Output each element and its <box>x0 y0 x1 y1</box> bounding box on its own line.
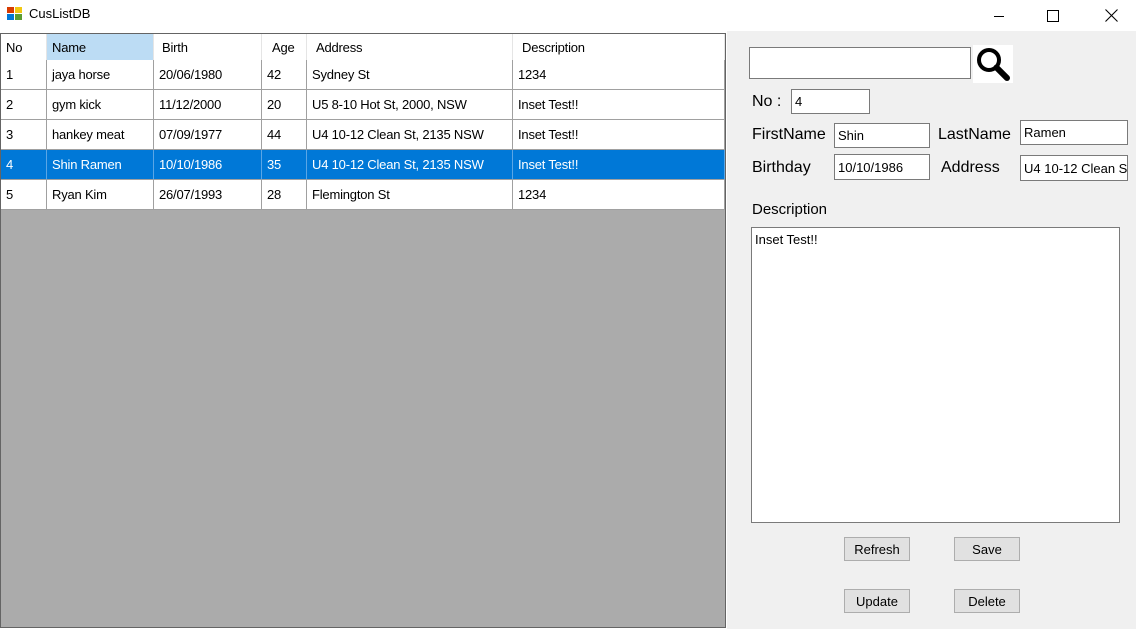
address-label: Address <box>941 159 1000 176</box>
firstname-label: FirstName <box>752 126 826 143</box>
firstname-field[interactable]: Shin <box>834 123 930 148</box>
cell-no[interactable]: 1 <box>1 60 47 90</box>
lastname-label: LastName <box>938 126 1011 143</box>
cell-birth[interactable]: 20/06/1980 <box>154 60 262 90</box>
column-header-no[interactable]: No <box>1 34 47 60</box>
update-button[interactable]: Update <box>844 589 910 613</box>
title-bar: CusListDB <box>0 0 1136 31</box>
cell-name[interactable]: gym kick <box>47 90 154 120</box>
cell-age[interactable]: 28 <box>262 180 307 210</box>
birthday-field[interactable]: 10/10/1986 <box>834 154 930 180</box>
lastname-field[interactable]: Ramen <box>1020 120 1128 145</box>
cell-no[interactable]: 2 <box>1 90 47 120</box>
cell-name[interactable]: jaya horse <box>47 60 154 90</box>
cell-description[interactable]: 1234 <box>513 180 725 210</box>
column-header-age[interactable]: Age <box>262 34 307 60</box>
cell-age[interactable]: 35 <box>262 150 307 180</box>
description-textarea[interactable]: Inset Test!! <box>751 227 1120 523</box>
table-row[interactable]: 3 hankey meat 07/09/1977 44 U4 10-12 Cle… <box>1 120 725 150</box>
cell-birth[interactable]: 10/10/1986 <box>154 150 262 180</box>
grid-header: No Name Birth Age Address Description <box>1 34 725 60</box>
description-label: Description <box>752 201 828 218</box>
save-button[interactable]: Save <box>954 537 1020 561</box>
table-row[interactable]: 1 jaya horse 20/06/1980 42 Sydney St 123… <box>1 60 725 90</box>
cell-address[interactable]: U4 10-12 Clean St, 2135 NSW <box>307 150 513 180</box>
delete-button[interactable]: Delete <box>954 589 1020 613</box>
cell-age[interactable]: 44 <box>262 120 307 150</box>
cell-birth[interactable]: 07/09/1977 <box>154 120 262 150</box>
no-field[interactable]: 4 <box>791 89 870 114</box>
cell-description[interactable]: Inset Test!! <box>513 120 725 150</box>
cell-no[interactable]: 5 <box>1 180 47 210</box>
cell-age[interactable]: 42 <box>262 60 307 90</box>
refresh-button[interactable]: Refresh <box>844 537 910 561</box>
cell-description[interactable]: 1234 <box>513 60 725 90</box>
table-row-selected[interactable]: 4 Shin Ramen 10/10/1986 35 U4 10-12 Clea… <box>1 150 725 180</box>
cell-address[interactable]: Flemington St <box>307 180 513 210</box>
search-button[interactable] <box>973 45 1013 83</box>
no-label: No : <box>752 93 782 110</box>
app-window-icon <box>7 7 23 21</box>
cell-name[interactable]: Shin Ramen <box>47 150 154 180</box>
close-button[interactable] <box>1088 0 1134 31</box>
column-header-description[interactable]: Description <box>513 34 725 60</box>
maximize-icon <box>1047 9 1059 22</box>
edit-panel: No : 4 FirstName Shin LastName Ramen Bir… <box>727 31 1136 629</box>
maximize-button[interactable] <box>1030 0 1076 31</box>
cell-description[interactable]: Inset Test!! <box>513 150 725 180</box>
cell-birth[interactable]: 26/07/1993 <box>154 180 262 210</box>
cell-birth[interactable]: 11/12/2000 <box>154 90 262 120</box>
cell-no[interactable]: 3 <box>1 120 47 150</box>
column-header-name[interactable]: Name <box>47 34 154 60</box>
window-title: CusListDB <box>29 6 91 21</box>
minimize-button[interactable] <box>976 0 1022 31</box>
table-row[interactable]: 2 gym kick 11/12/2000 20 U5 8-10 Hot St,… <box>1 90 725 120</box>
cell-address[interactable]: U5 8-10 Hot St, 2000, NSW <box>307 90 513 120</box>
column-header-address[interactable]: Address <box>307 34 513 60</box>
cell-age[interactable]: 20 <box>262 90 307 120</box>
cell-description[interactable]: Inset Test!! <box>513 90 725 120</box>
column-header-birth[interactable]: Birth <box>154 34 262 60</box>
cell-name[interactable]: hankey meat <box>47 120 154 150</box>
birthday-label: Birthday <box>752 159 811 176</box>
close-icon <box>1104 9 1118 22</box>
cell-name[interactable]: Ryan Kim <box>47 180 154 210</box>
address-field[interactable]: U4 10-12 Clean S <box>1020 155 1128 181</box>
search-input[interactable] <box>749 47 971 79</box>
table-row[interactable]: 5 Ryan Kim 26/07/1993 28 Flemington St 1… <box>1 180 725 210</box>
cell-address[interactable]: Sydney St <box>307 60 513 90</box>
cell-address[interactable]: U4 10-12 Clean St, 2135 NSW <box>307 120 513 150</box>
customer-grid[interactable]: No Name Birth Age Address Description 1 … <box>0 33 726 628</box>
minimize-icon <box>994 15 1004 17</box>
search-icon <box>977 48 1010 81</box>
cell-no[interactable]: 4 <box>1 150 47 180</box>
